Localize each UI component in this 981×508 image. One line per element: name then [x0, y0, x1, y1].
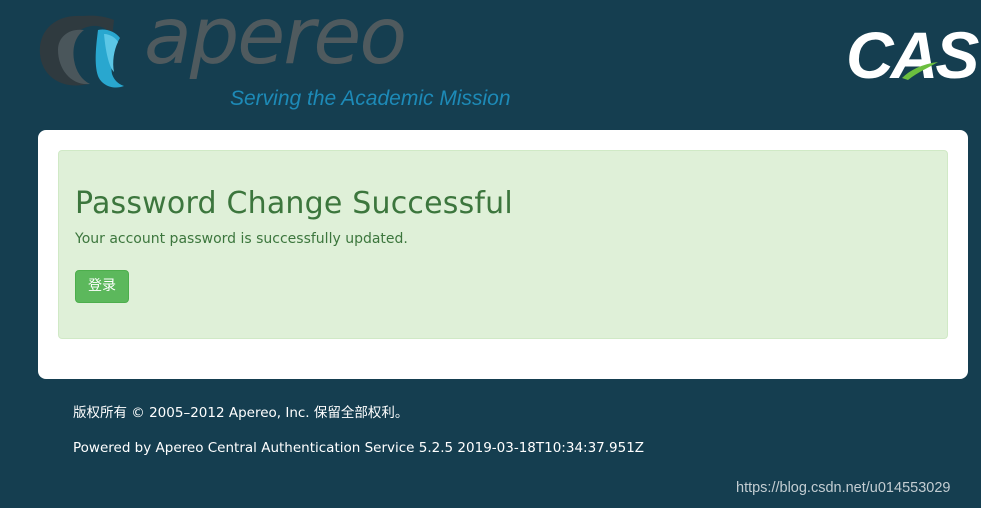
cas-logo: CAS	[846, 22, 979, 92]
footer-powered-by: Powered by Apereo Central Authentication…	[73, 440, 645, 456]
alert-title: Password Change Successful	[75, 186, 513, 221]
apereo-tagline: Serving the Academic Mission	[230, 87, 511, 110]
login-button[interactable]: 登录	[75, 270, 129, 303]
header: apereo Serving the Academic Mission CAS	[0, 0, 981, 120]
alert-message: Your account password is successfully up…	[75, 231, 408, 247]
apereo-logo: apereo Serving the Academic Mission	[36, 0, 516, 114]
content-card: Password Change Successful Your account …	[38, 130, 968, 379]
watermark-text: https://blog.csdn.net/u014553029	[736, 480, 951, 496]
apereo-wordmark: apereo	[144, 0, 407, 82]
footer-copyright: 版权所有 © 2005–2012 Apereo, Inc. 保留全部权利。	[73, 405, 409, 421]
page: apereo Serving the Academic Mission CAS …	[0, 0, 981, 508]
cas-swoosh-icon	[902, 62, 938, 80]
apereo-mark-icon	[39, 15, 124, 88]
success-alert: Password Change Successful Your account …	[58, 150, 948, 339]
